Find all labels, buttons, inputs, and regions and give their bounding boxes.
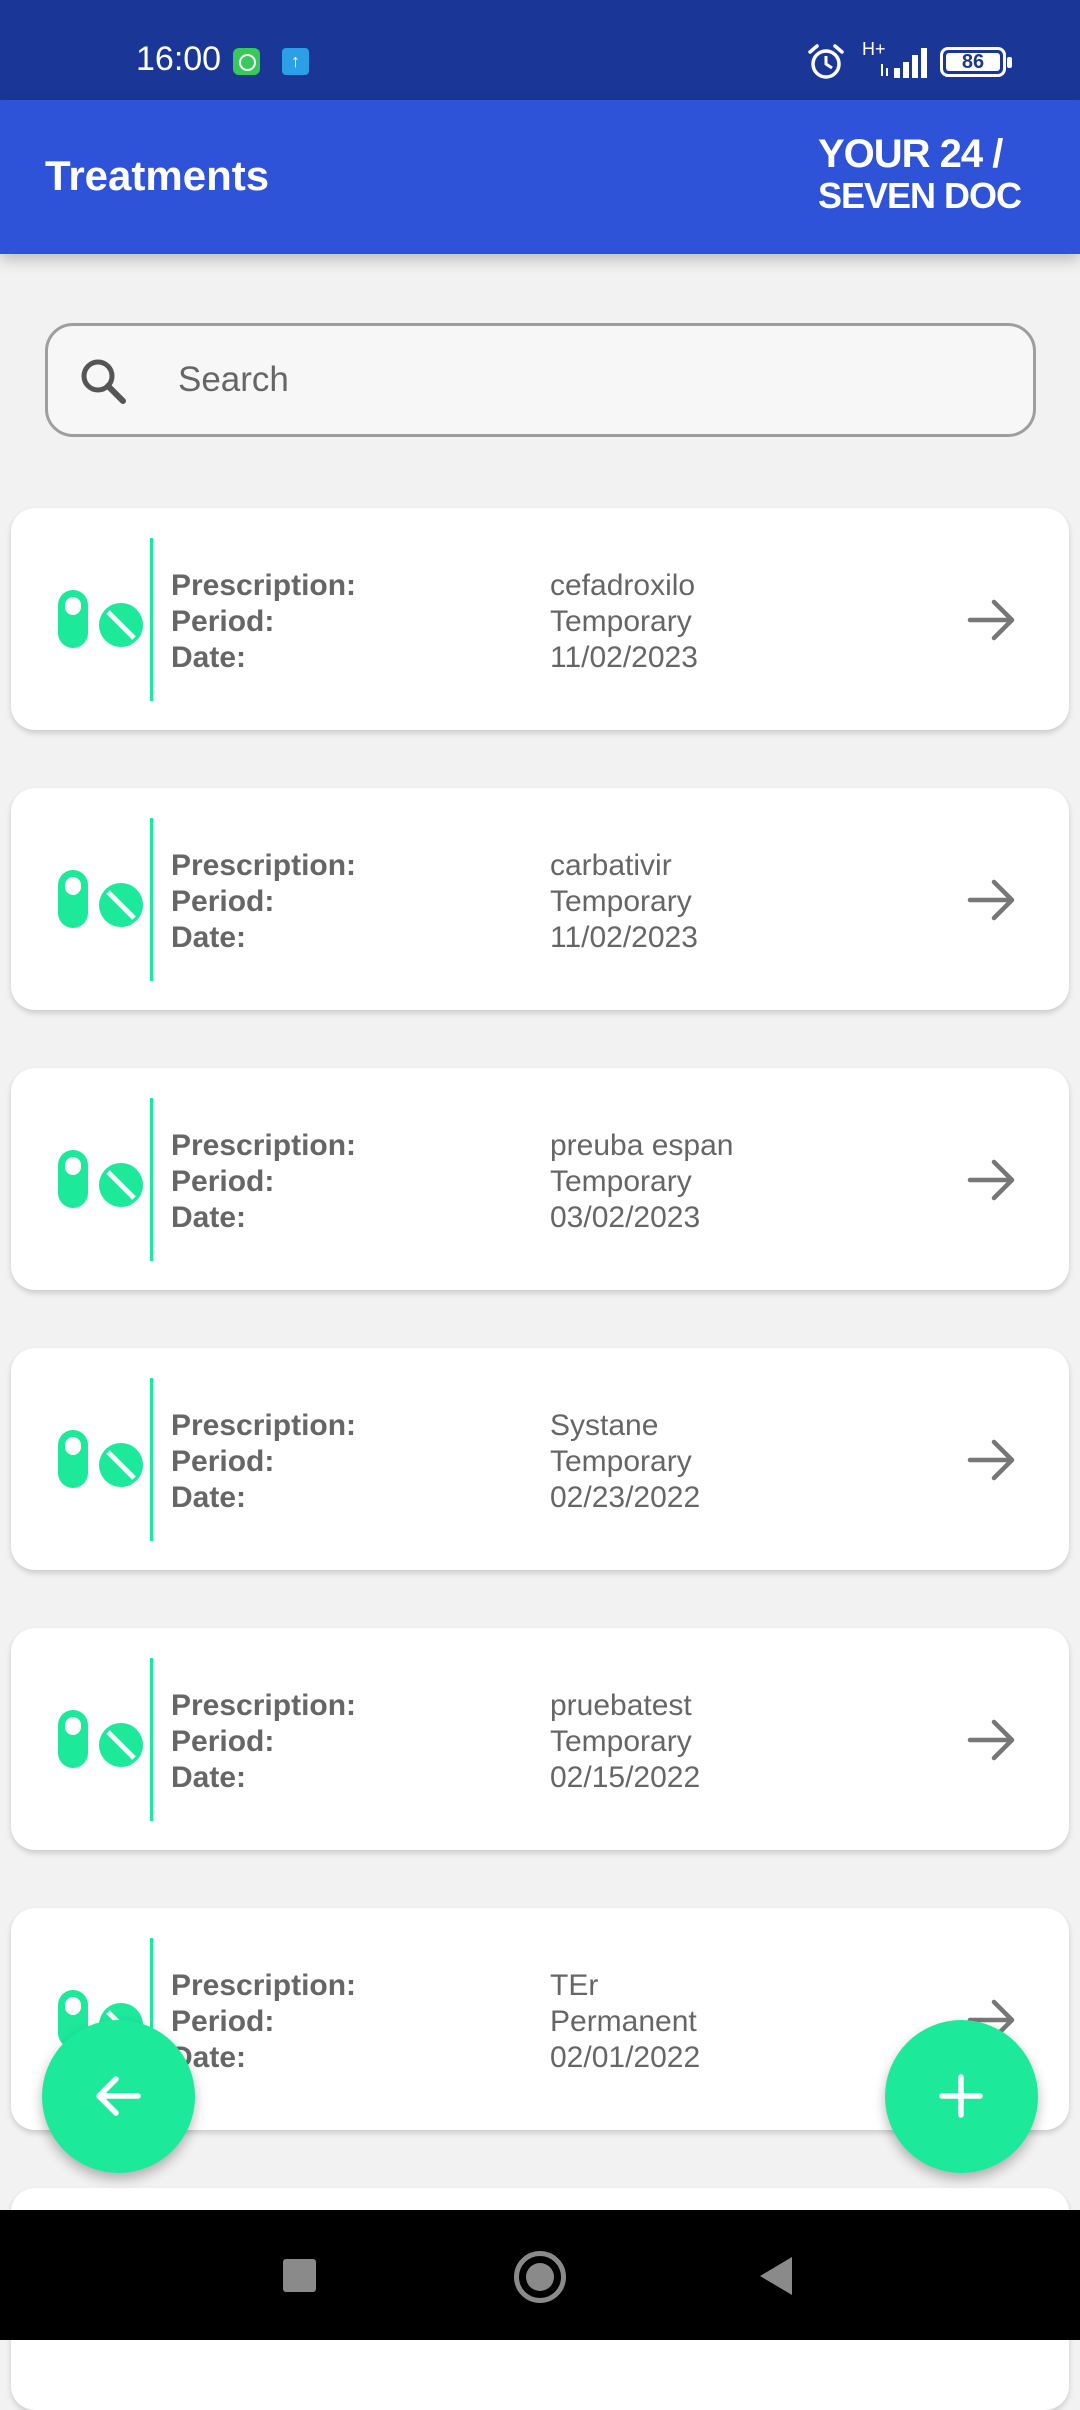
treatment-card[interactable]: Prescription: Period: Date: carbativir Tempo… (11, 788, 1069, 1010)
date-label: Date: (171, 1761, 247, 1794)
upload-icon: ↑ (282, 48, 309, 75)
period-value: Temporary (550, 1445, 692, 1478)
date-value: 03/02/2023 (550, 1201, 701, 1234)
arrow-left-icon (96, 2076, 141, 2116)
date-label: Date: (171, 1201, 247, 1234)
pills-icon (56, 1708, 146, 1775)
prescription-label: Prescription: (171, 1689, 357, 1722)
card-divider (150, 1378, 153, 1541)
whatsapp-icon (233, 48, 260, 75)
pills-icon (56, 868, 146, 935)
treatment-card[interactable]: Prescription: Period: Date: preuba espan Tem… (11, 1068, 1069, 1290)
date-value: 02/01/2022 (550, 2041, 701, 2074)
plus-icon (939, 2074, 983, 2118)
date-value: 02/23/2022 (550, 1481, 701, 1514)
prescription-value: TEr (550, 1969, 599, 2002)
brand-logo: YOUR 24 / SEVEN DOC (818, 134, 1038, 220)
page-title: Treatments (45, 152, 270, 199)
card-labels: Prescription: Period: Date: (171, 1408, 356, 1516)
status-bar: 16:00 ↑ H+ 86 (0, 0, 1080, 100)
date-value: 02/15/2022 (550, 1761, 701, 1794)
search-box[interactable] (45, 323, 1036, 437)
period-label: Period: (171, 1165, 275, 1198)
recents-button[interactable] (283, 2259, 316, 2292)
date-value: 11/02/2023 (550, 641, 698, 674)
period-value: Temporary (550, 1165, 692, 1198)
card-divider (150, 818, 153, 981)
period-label: Period: (171, 605, 275, 638)
card-values: TEr Permanent 02/01/2022 (550, 1968, 700, 2076)
signal-icon (881, 48, 927, 78)
prescription-value: Systane (550, 1409, 659, 1442)
period-value: Temporary (550, 885, 692, 918)
arrow-right-icon[interactable] (966, 594, 1018, 651)
arrow-right-icon[interactable] (966, 1434, 1018, 1491)
card-divider (150, 1658, 153, 1821)
card-values: pruebatest Temporary 02/15/2022 (550, 1688, 700, 1796)
card-values: carbativir Temporary 11/02/2023 (550, 848, 698, 956)
home-button[interactable] (514, 2251, 566, 2303)
period-label: Period: (171, 1445, 275, 1478)
search-input[interactable] (178, 350, 998, 410)
system-nav-bar (0, 2210, 1080, 2340)
card-labels: Prescription: Period: Date: (171, 1968, 356, 2076)
period-label: Period: (171, 2005, 275, 2038)
app-bar: Treatments YOUR 24 / SEVEN DOC (0, 100, 1080, 254)
pills-icon (56, 588, 146, 655)
card-values: preuba espan Temporary 03/02/2023 (550, 1128, 734, 1236)
period-label: Period: (171, 885, 275, 918)
date-label: Date: (171, 2041, 247, 2074)
card-values: Systane Temporary 02/23/2022 (550, 1408, 700, 1516)
logo-line-1: YOUR 24 / (818, 132, 1003, 176)
treatment-card[interactable]: Prescription: Period: Date: cefadroxilo Temp… (11, 508, 1069, 730)
card-divider (150, 538, 153, 701)
card-values: cefadroxilo Temporary 11/02/2023 (550, 568, 698, 676)
card-labels: Prescription: Period: Date: (171, 568, 356, 676)
card-labels: Prescription: Period: Date: (171, 1688, 356, 1796)
date-value: 11/02/2023 (550, 921, 698, 954)
prescription-value: carbativir (550, 849, 672, 882)
prescription-label: Prescription: (171, 849, 357, 882)
arrow-right-icon[interactable] (966, 874, 1018, 931)
pills-icon (56, 1428, 146, 1495)
card-divider (150, 1098, 153, 1261)
prescription-value: preuba espan (550, 1129, 734, 1162)
card-labels: Prescription: Period: Date: (171, 1128, 356, 1236)
date-label: Date: (171, 1481, 247, 1514)
date-label: Date: (171, 921, 247, 954)
arrow-right-icon[interactable] (966, 1714, 1018, 1771)
period-value: Temporary (550, 605, 692, 638)
prescription-value: pruebatest (550, 1689, 692, 1722)
prescription-label: Prescription: (171, 1129, 357, 1162)
add-treatment-button[interactable] (885, 2020, 1038, 2173)
battery-icon: 86 (940, 47, 1012, 77)
alarm-icon (808, 44, 844, 79)
back-button[interactable] (42, 2020, 195, 2173)
status-time: 16:00 (136, 40, 222, 78)
prescription-value: cefadroxilo (550, 569, 696, 602)
prescription-label: Prescription: (171, 1969, 357, 2002)
search-icon (81, 359, 126, 404)
period-value: Permanent (550, 2005, 697, 2038)
period-value: Temporary (550, 1725, 692, 1758)
logo-line-2: SEVEN DOC (818, 175, 1022, 216)
prescription-label: Prescription: (171, 1409, 357, 1442)
prescription-label: Prescription: (171, 569, 357, 602)
pills-icon (56, 1148, 146, 1215)
card-labels: Prescription: Period: Date: (171, 848, 356, 956)
date-label: Date: (171, 641, 247, 674)
system-back-button[interactable] (760, 2257, 792, 2295)
treatment-card[interactable]: Prescription: Period: Date: Systane Temporar… (11, 1348, 1069, 1570)
battery-level: 86 (946, 52, 1000, 72)
arrow-right-icon[interactable] (966, 1154, 1018, 1211)
treatment-card[interactable]: Prescription: Period: Date: pruebatest Tempo… (11, 1628, 1069, 1850)
period-label: Period: (171, 1725, 275, 1758)
